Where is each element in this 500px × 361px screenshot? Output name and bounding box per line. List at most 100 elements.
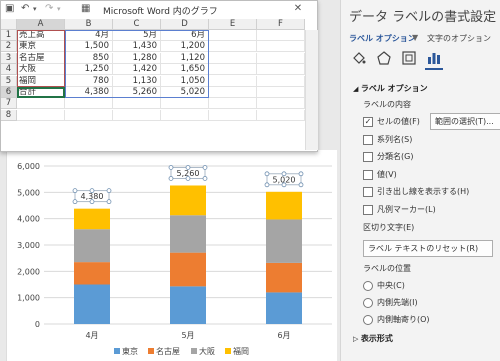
bar-segment-名古屋[interactable] <box>74 262 110 285</box>
row-header[interactable]: 7 <box>1 98 17 110</box>
redo-icon[interactable]: ↷ <box>45 3 53 14</box>
radio-button[interactable] <box>363 281 373 291</box>
selection-handle[interactable] <box>168 165 174 170</box>
checkbox[interactable] <box>363 169 373 180</box>
checkbox[interactable]: ✓ <box>363 117 373 127</box>
table-cell[interactable] <box>209 64 257 76</box>
save-icon[interactable]: ▣ <box>5 3 14 14</box>
radio-label[interactable]: 内側先端(I) <box>377 297 418 308</box>
column-header[interactable]: C <box>113 19 161 30</box>
table-cell[interactable] <box>257 64 305 76</box>
radio-button[interactable] <box>363 298 373 308</box>
table-cell[interactable] <box>209 75 257 87</box>
close-icon[interactable]: ✕ <box>291 2 305 16</box>
selection-handle[interactable] <box>202 176 208 181</box>
radio-label[interactable]: 中央(C) <box>377 280 405 291</box>
bar-segment-大阪[interactable] <box>170 215 206 253</box>
data-label[interactable]: 4,380 <box>81 192 104 201</box>
table-cell[interactable] <box>17 98 65 110</box>
column-header[interactable]: D <box>161 19 209 30</box>
table-cell[interactable] <box>65 98 113 110</box>
selection-handle[interactable] <box>106 188 112 194</box>
selection-handle[interactable] <box>264 171 270 177</box>
bar-segment-大阪[interactable] <box>74 229 110 263</box>
checkbox[interactable] <box>363 204 373 215</box>
bar-segment-東京[interactable] <box>266 292 302 324</box>
table-cell[interactable] <box>209 41 257 53</box>
data-label[interactable]: 5,260 <box>177 169 200 178</box>
bar-segment-大阪[interactable] <box>266 219 302 263</box>
undo-dropdown-icon[interactable]: ▾ <box>33 5 37 13</box>
checkbox-label[interactable]: 値(V) <box>377 169 397 180</box>
excel-data-window[interactable]: ▣ ↶ ▾ ↷ ▾ ▦ Microsoft Word 内のグラフ ✕ ABCDE… <box>0 0 318 152</box>
radio-button[interactable] <box>363 315 373 325</box>
checkbox-label[interactable]: 引き出し線を表示する(H) <box>377 186 469 197</box>
bar-segment-福岡[interactable] <box>74 208 110 230</box>
selection-handle[interactable] <box>106 199 112 205</box>
column-header[interactable]: A <box>17 19 65 30</box>
legend-entry[interactable]: 大阪 <box>199 346 215 356</box>
bar-segment-福岡[interactable] <box>170 185 206 216</box>
table-cell[interactable] <box>257 87 305 98</box>
checkbox[interactable] <box>363 134 373 145</box>
table-cell[interactable] <box>209 30 257 41</box>
bar-segment-東京[interactable] <box>170 286 206 324</box>
selection-handle[interactable] <box>298 171 304 177</box>
tab-label-options[interactable]: ラベル オプション <box>349 33 416 44</box>
row-header[interactable]: 8 <box>1 109 17 121</box>
table-cell[interactable] <box>257 109 305 121</box>
vertical-scrollbar[interactable] <box>305 30 318 150</box>
excel-title-bar[interactable]: ▣ ↶ ▾ ↷ ▾ ▦ Microsoft Word 内のグラフ ✕ <box>1 1 317 19</box>
select-range-button[interactable]: 範囲の選択(T)... <box>430 113 500 130</box>
table-cell[interactable] <box>257 41 305 53</box>
row-header[interactable]: 5 <box>1 75 17 87</box>
tab-dropdown-icon[interactable]: ▼ <box>412 33 418 42</box>
row-header[interactable]: 3 <box>1 52 17 64</box>
bar-segment-東京[interactable] <box>74 284 110 325</box>
table-cell[interactable] <box>209 52 257 64</box>
table-cell[interactable] <box>209 87 257 98</box>
undo-icon[interactable]: ↶ <box>21 3 29 14</box>
checkbox-label[interactable]: 分類名(G) <box>377 151 413 162</box>
row-header[interactable]: 4 <box>1 64 17 76</box>
selection-handle[interactable] <box>202 165 208 170</box>
section-number-format[interactable]: ▷ 表示形式 <box>353 333 393 344</box>
bar-segment-福岡[interactable] <box>266 191 302 220</box>
row-header[interactable]: 6 <box>1 87 17 98</box>
table-cell[interactable] <box>209 109 257 121</box>
size-properties-icon[interactable] <box>401 50 417 66</box>
table-cell[interactable] <box>17 109 65 121</box>
table-cell[interactable] <box>257 98 305 110</box>
checkbox[interactable] <box>363 152 373 162</box>
legend-entry[interactable]: 東京 <box>122 346 138 356</box>
reset-label-text-button[interactable]: ラベル テキストのリセット(R) <box>363 240 493 257</box>
label-options-icon[interactable] <box>426 50 442 66</box>
table-cell[interactable] <box>161 98 209 110</box>
table-cell[interactable] <box>113 109 161 121</box>
checkbox[interactable] <box>363 187 373 197</box>
checkbox-label[interactable]: セルの値(F) <box>377 116 420 127</box>
effects-icon[interactable] <box>376 50 392 66</box>
legend-entry[interactable]: 名古屋 <box>156 346 180 356</box>
row-header[interactable]: 2 <box>1 41 17 53</box>
selection-handle[interactable] <box>72 199 78 205</box>
table-cell[interactable] <box>257 75 305 87</box>
checkbox-label[interactable]: 凡例マーカー(L) <box>377 204 436 215</box>
data-label[interactable]: 5,020 <box>273 175 296 184</box>
table-cell[interactable] <box>113 98 161 110</box>
stacked-bar-chart[interactable]: 0 1,000 2,000 3,000 4,000 5,000 6,000 4月 4,380 5月… <box>6 150 336 361</box>
table-cell[interactable] <box>161 109 209 121</box>
table-cell[interactable] <box>65 109 113 121</box>
bar-segment-名古屋[interactable] <box>266 262 302 293</box>
table-cell[interactable] <box>257 52 305 64</box>
legend-entry[interactable]: 福岡 <box>233 347 249 356</box>
corner-select-all[interactable] <box>1 19 17 30</box>
fill-line-icon[interactable] <box>351 50 367 66</box>
radio-label[interactable]: 内側軸寄り(O) <box>377 314 430 325</box>
tab-text-options[interactable]: 文字のオプション <box>427 33 491 44</box>
table-cell[interactable] <box>257 30 305 41</box>
selection-handle[interactable] <box>264 182 270 188</box>
bar-segment-名古屋[interactable] <box>170 252 206 287</box>
column-header[interactable]: B <box>65 19 113 30</box>
selection-handle[interactable] <box>72 188 78 194</box>
